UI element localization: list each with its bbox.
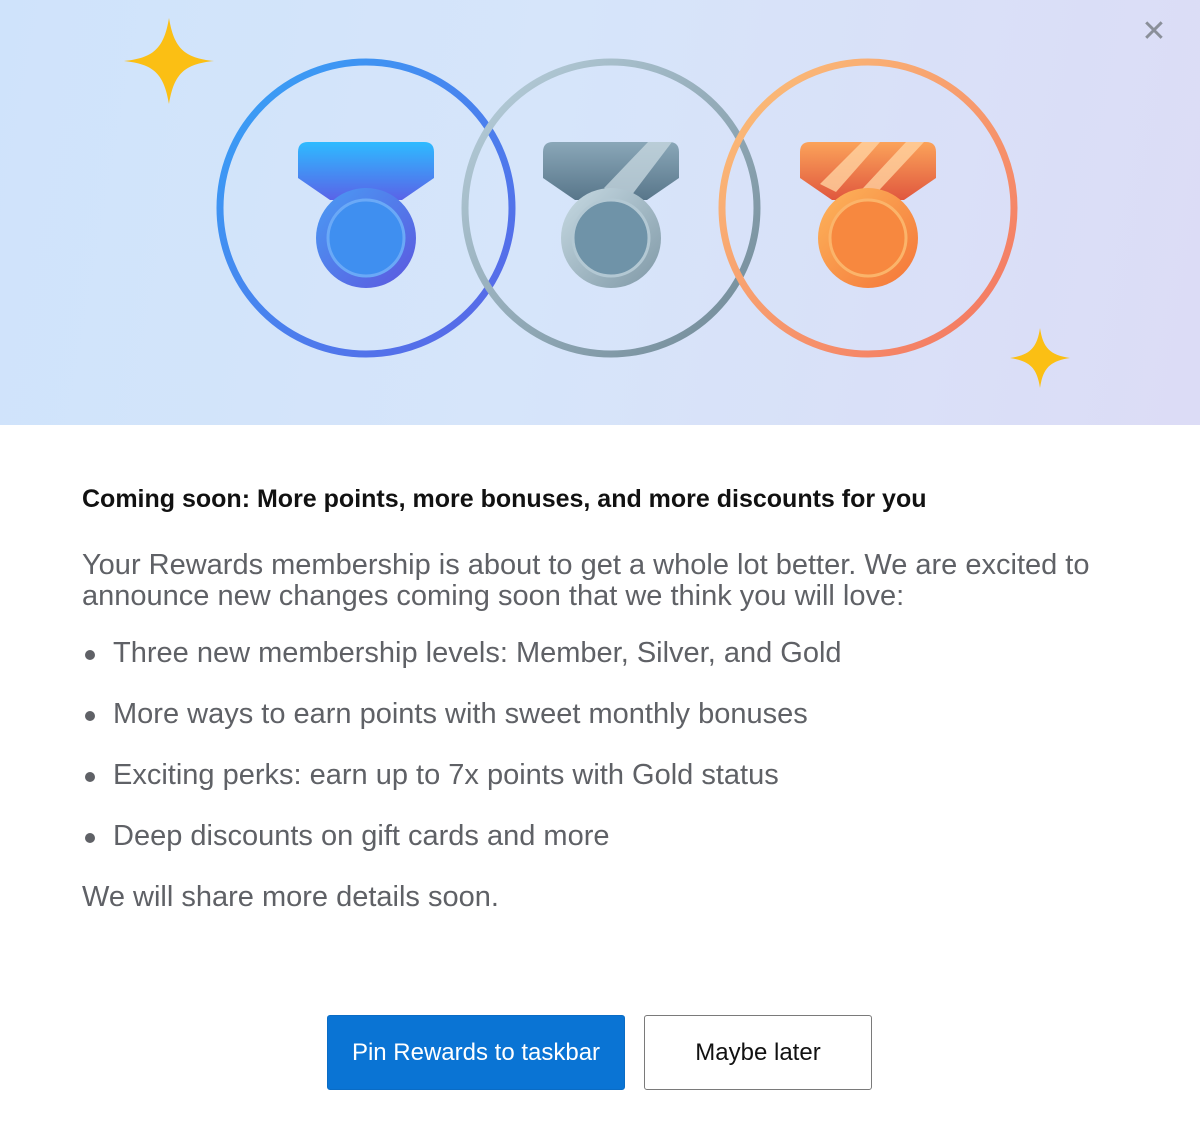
- bullet-icon: [85, 711, 95, 721]
- list-item-text: Three new membership levels: Member, Sil…: [113, 637, 842, 669]
- list-item: Exciting perks: earn up to 7x points wit…: [82, 760, 1122, 791]
- list-item: Deep discounts on gift cards and more: [82, 821, 1122, 852]
- rewards-dialog: ✕ Coming soon: More points, more bonuses…: [0, 0, 1200, 1135]
- list-item: More ways to earn points with sweet mont…: [82, 699, 1122, 730]
- dialog-title: Coming soon: More points, more bonuses, …: [82, 485, 927, 513]
- member-medal-icon: [298, 142, 434, 288]
- medals-illustration: [124, 18, 1070, 388]
- list-item-text: Deep discounts on gift cards and more: [113, 820, 610, 852]
- maybe-later-button[interactable]: Maybe later: [644, 1015, 872, 1090]
- sparkle-icon: [1010, 328, 1070, 388]
- list-item-text: Exciting perks: earn up to 7x points wit…: [113, 759, 779, 791]
- close-button[interactable]: ✕: [1138, 16, 1170, 48]
- bullet-icon: [85, 650, 95, 660]
- benefits-list: Three new membership levels: Member, Sil…: [82, 638, 1122, 852]
- list-item: Three new membership levels: Member, Sil…: [82, 638, 1122, 669]
- pin-rewards-button[interactable]: Pin Rewards to taskbar: [327, 1015, 625, 1090]
- bullet-icon: [85, 833, 95, 843]
- intro-text: Your Rewards membership is about to get …: [82, 549, 1090, 612]
- hero-banner: ✕: [0, 0, 1200, 425]
- silver-medal-icon: [543, 142, 679, 288]
- dialog-content: Coming soon: More points, more bonuses, …: [82, 485, 1122, 913]
- sparkle-icon: [124, 18, 214, 104]
- close-icon: ✕: [1141, 14, 1167, 49]
- bullet-icon: [85, 772, 95, 782]
- gold-medal-icon: [800, 142, 936, 288]
- list-item-text: More ways to earn points with sweet mont…: [113, 698, 808, 730]
- outro-text: We will share more details soon.: [82, 881, 499, 913]
